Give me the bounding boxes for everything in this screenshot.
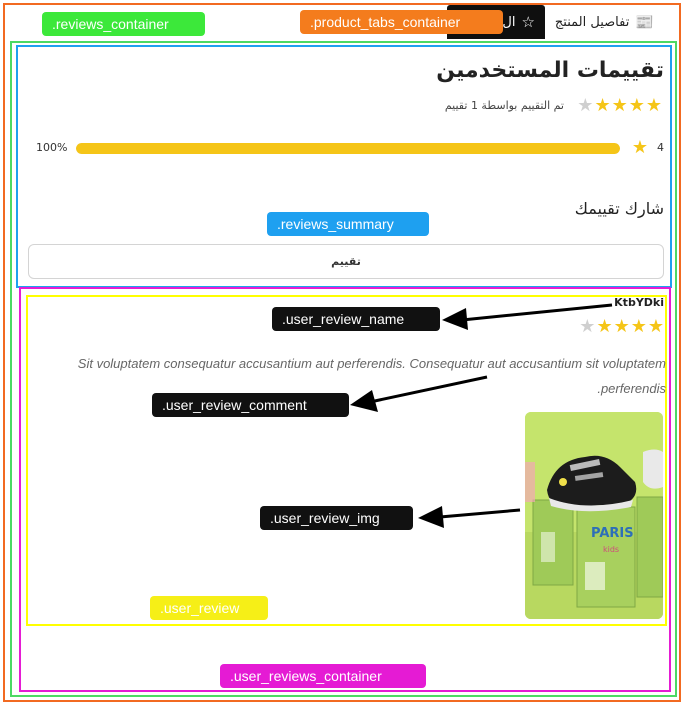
user-review-tag: .user_review bbox=[150, 596, 268, 620]
reviews-summary-tag: .reviews_summary bbox=[267, 212, 429, 236]
product-tabs-container-tag: .product_tabs_container bbox=[300, 10, 503, 34]
user-review-name-tag: .user_review_name bbox=[272, 307, 440, 331]
user-review-img-tag: .user_review_img bbox=[260, 506, 413, 530]
user-review-comment-tag: .user_review_comment bbox=[152, 393, 349, 417]
annotation-arrows bbox=[350, 303, 613, 528]
reviews-container-tag: .reviews_container bbox=[42, 12, 205, 36]
user-reviews-container-tag: .user_reviews_container bbox=[220, 664, 426, 688]
